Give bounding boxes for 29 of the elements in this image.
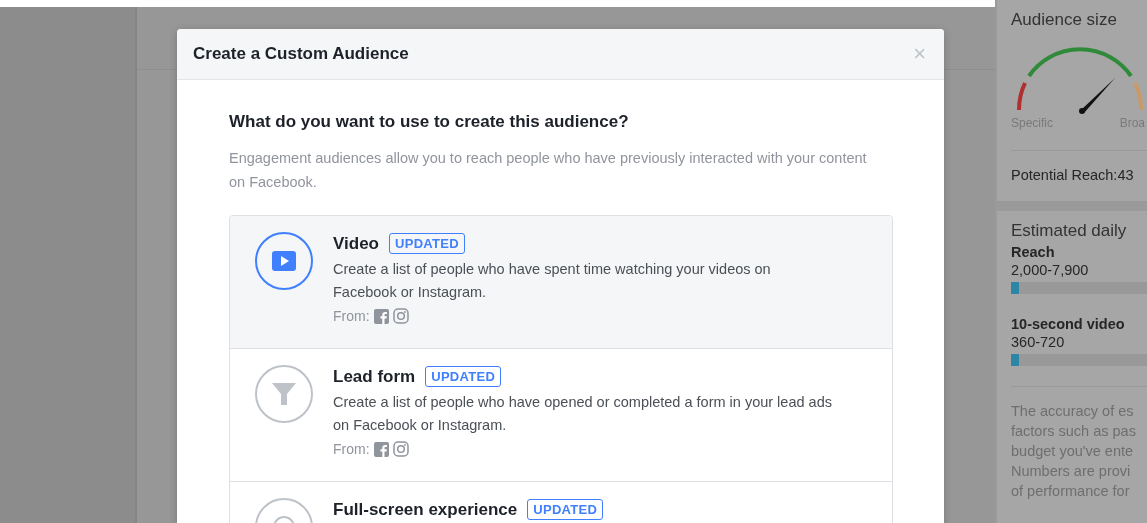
metric-value: 360-720: [1011, 334, 1066, 350]
card-heading: Estimated daily: [1011, 221, 1128, 241]
option-title: Video: [333, 233, 379, 254]
dialog-question: What do you want to use to create this audience?: [229, 112, 630, 132]
option-title: Lead form: [333, 366, 416, 387]
potential-reach: Potential Reach:43: [1011, 166, 1135, 185]
dialog-description: Engagement audiences allow you to reach people who have previously interacted with your content on Facebook.: [229, 149, 868, 192]
metric-label: Reach: [1011, 244, 1056, 260]
option-row[interactable]: Full-screen experience UPDATED: [230, 481, 892, 523]
updated-badge: UPDATED: [527, 499, 604, 520]
updated-badge: UPDATED: [389, 233, 465, 254]
option-description: Create a list of people who have spent time watching your videos on Facebook or Instagram.: [333, 260, 772, 302]
facebook-icon: [373, 308, 389, 324]
from-label: From:: [333, 441, 370, 457]
estimate-note: The accuracy of es factors such as pas budget you've ente Numbers are provi of performance for: [1011, 402, 1137, 501]
option-title: Full-screen experience: [333, 499, 518, 520]
dialog-title: Create a Custom Audience: [193, 44, 409, 64]
updated-badge: UPDATED: [425, 366, 502, 387]
metric-label: 10-second video: [1011, 316, 1126, 332]
option-row[interactable]: Video UPDATED Create a list of people who have spent time watching your videos on Facebook or Instagram. From:: [230, 216, 892, 348]
option-description: Create a list of people who have opened or completed a form in your lead ads on Facebook or Instagram.: [333, 393, 833, 435]
card-heading: Audience size: [1011, 10, 1118, 30]
instagram-icon: [392, 308, 409, 324]
play-icon: [270, 248, 298, 274]
facebook-icon: [373, 441, 389, 457]
funnel-icon: [270, 380, 298, 408]
instagram-icon: [392, 441, 409, 457]
from-label: From:: [333, 308, 370, 324]
metric-value: 2,000-7,900: [1011, 262, 1090, 278]
